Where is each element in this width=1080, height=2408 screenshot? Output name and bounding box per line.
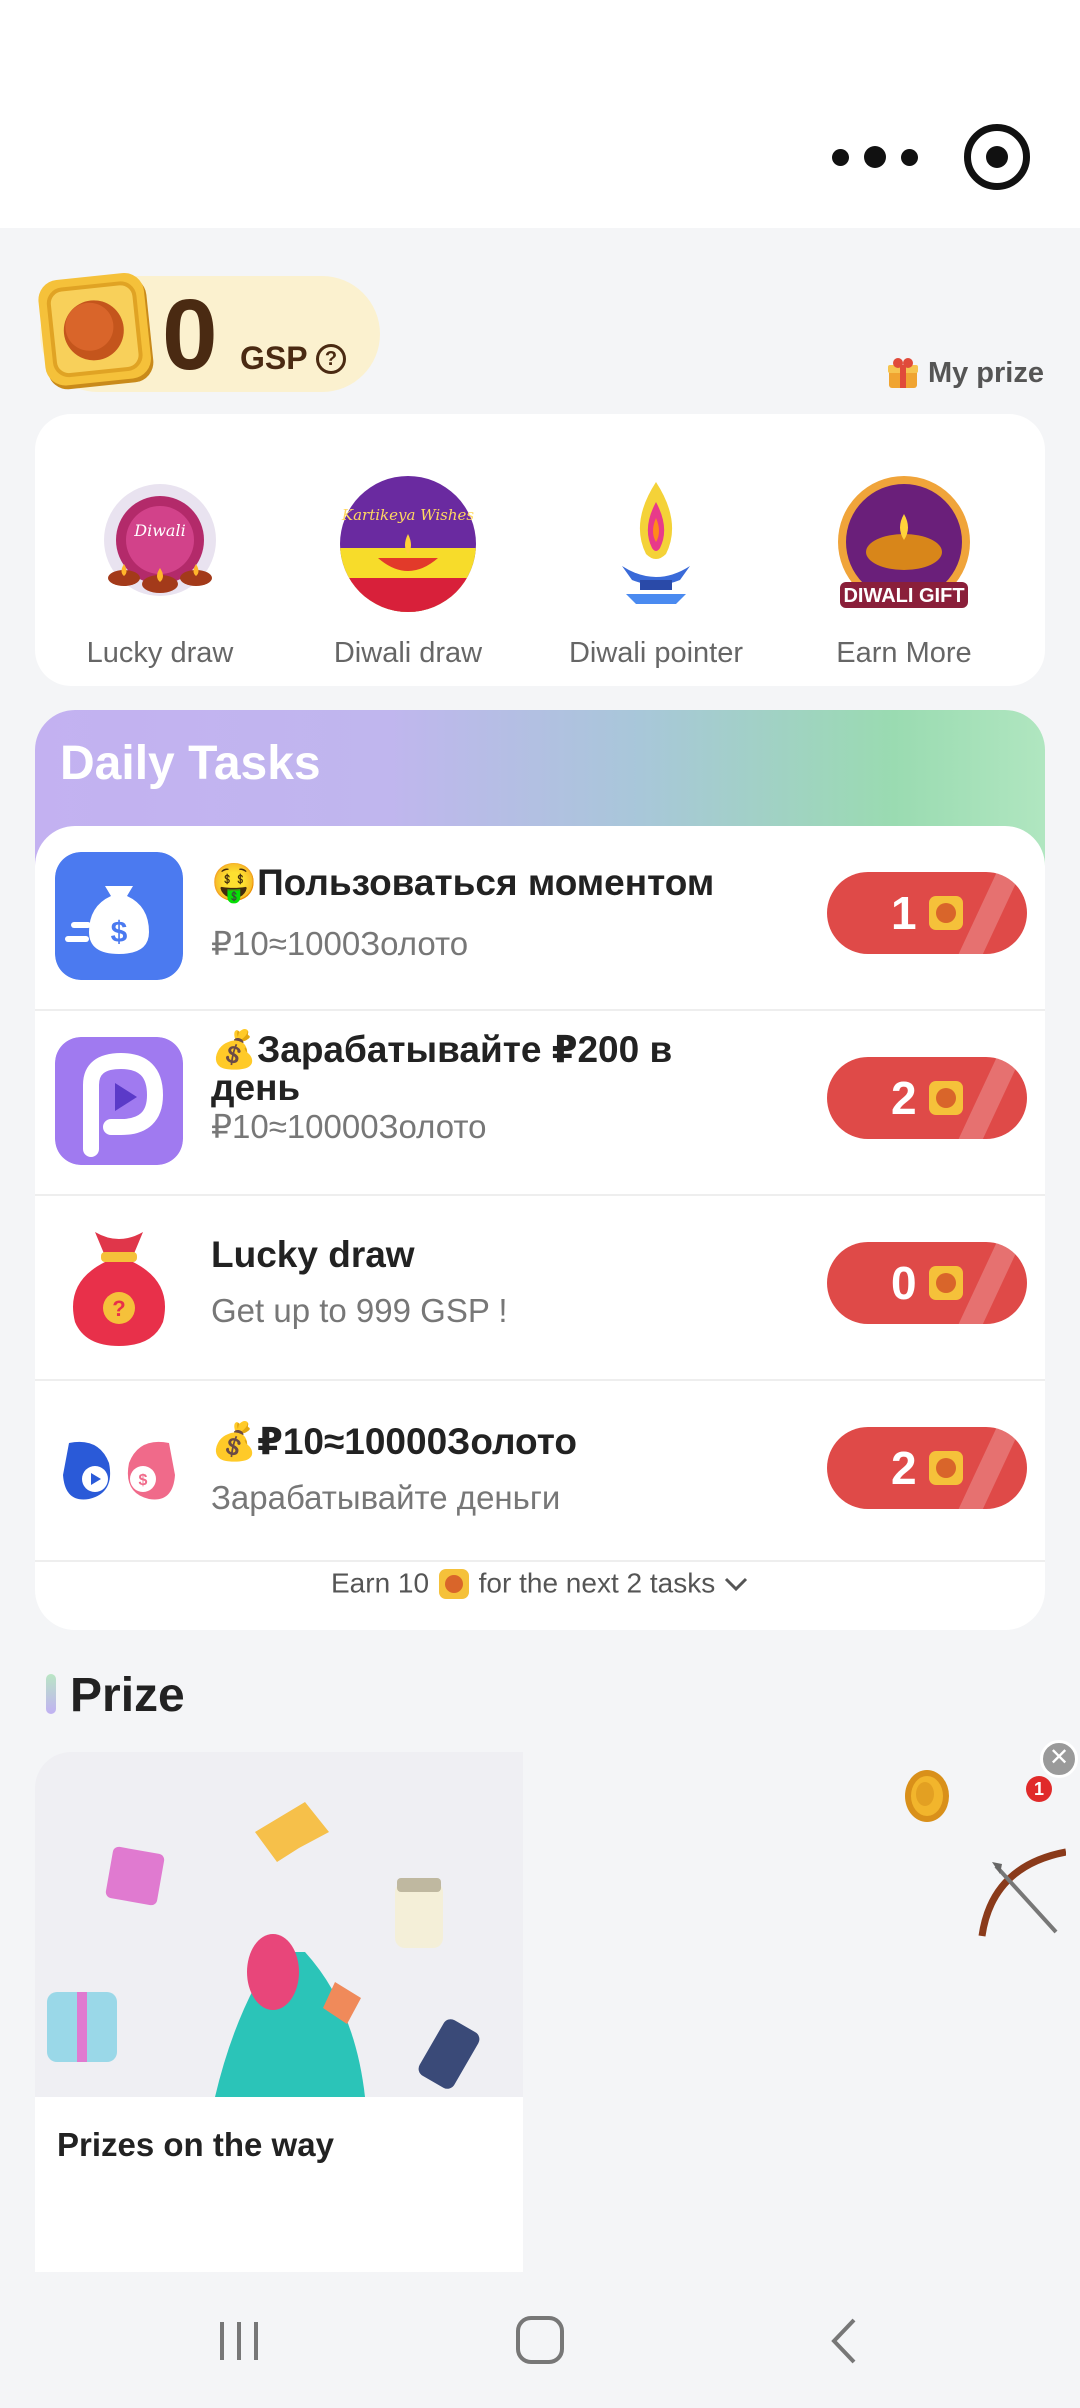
earn-more-suffix: for the next 2 tasks xyxy=(478,1567,716,1599)
diwali-gift-icon: DIWALI GIFT xyxy=(838,476,970,608)
game-label: Diwali draw xyxy=(333,637,483,669)
gsp-coin-icon xyxy=(929,1081,963,1115)
recent-apps-icon[interactable] xyxy=(216,2318,262,2364)
prize-section-accent xyxy=(46,1674,56,1714)
reward-value: 2 xyxy=(891,1442,917,1494)
game-diwali-draw[interactable]: Kartikeya Wishes Diwali draw xyxy=(293,474,523,670)
svg-text:$: $ xyxy=(139,1472,148,1489)
my-prize-label: My prize xyxy=(927,356,1044,389)
prize-card[interactable]: Prizes on the way xyxy=(35,1752,523,2272)
game-label: Diwali pointer xyxy=(568,637,744,669)
close-icon[interactable]: ✕ xyxy=(1040,1740,1078,1778)
money-bag-app-icon: $ xyxy=(55,852,183,980)
gsp-coin-icon xyxy=(438,1568,469,1599)
game-label: Earn More xyxy=(836,637,972,669)
more-dots-icon[interactable] xyxy=(832,140,918,174)
games-card: Diwali Lucky draw Kartikeya Wishes Diwal… xyxy=(35,414,1045,686)
earn-more-prefix: Earn 10 xyxy=(331,1567,430,1599)
diwali-lamps-icon: Diwali xyxy=(104,484,216,596)
back-icon[interactable] xyxy=(826,2316,862,2366)
task-title: Lucky draw xyxy=(211,1234,415,1275)
prize-section-title: Prize xyxy=(70,1669,185,1722)
game-earn-more[interactable]: DIWALI GIFT Earn More xyxy=(789,474,1019,670)
reward-value: 2 xyxy=(891,1072,917,1124)
play-p-app-icon xyxy=(55,1037,183,1165)
task-title: 💰₽10≈10000Золото xyxy=(211,1421,577,1462)
daily-tasks-card: $ 🤑Пользоваться моментом ₽10≈1000Золото … xyxy=(35,826,1045,1630)
gsp-coin-icon xyxy=(929,1266,963,1300)
bow-arrow-icon xyxy=(978,1848,1066,1937)
question-circle-icon[interactable]: ? xyxy=(316,344,346,374)
my-prize-link[interactable]: My prize xyxy=(886,356,1044,390)
task-row[interactable]: $ 💰₽10≈10000Золото Зарабатывайте деньги … xyxy=(35,1381,1045,1565)
kartikeya-wishes-icon: Kartikeya Wishes xyxy=(340,476,476,612)
task-subtitle: Зарабатывайте деньги xyxy=(211,1479,561,1516)
owl-app-icon: $ xyxy=(63,1441,175,1500)
task-title: 🤑Пользоваться моментом xyxy=(211,862,715,903)
target-icon[interactable] xyxy=(964,124,1030,190)
balance-unit: GSP xyxy=(240,340,308,376)
task-reward-button[interactable]: 2 xyxy=(827,1427,1027,1509)
task-reward-button[interactable]: 1 xyxy=(827,872,1027,954)
svg-text:Diwali: Diwali xyxy=(133,521,185,540)
chevron-down-icon xyxy=(724,1577,748,1591)
diwali-gift-badge-text: DIWALI GIFT xyxy=(843,585,964,607)
task-row[interactable]: $ 🤑Пользоваться моментом ₽10≈1000Золото … xyxy=(35,826,1045,1010)
game-label: Lucky draw xyxy=(86,637,234,669)
task-reward-button[interactable]: 2 xyxy=(827,1057,1027,1139)
prize-card-label: Prizes on the way xyxy=(57,2126,334,2163)
system-navigation-bar xyxy=(0,2272,1080,2408)
game-lucky-draw[interactable]: Diwali Lucky draw xyxy=(45,474,275,670)
reward-value: 0 xyxy=(891,1257,917,1309)
gsp-coin-icon xyxy=(929,896,963,930)
svg-text:$: $ xyxy=(111,916,128,949)
divider xyxy=(35,1560,1045,1562)
expand-tasks-link[interactable]: Earn 10 for the next 2 tasks xyxy=(35,1566,1045,1601)
home-icon[interactable] xyxy=(514,2314,566,2366)
task-subtitle: ₽10≈10000Золото xyxy=(211,1108,487,1145)
floating-reward-widget[interactable]: 1 ✕ xyxy=(900,1740,1080,1940)
task-row[interactable]: ? Lucky draw Get up to 999 GSP ! 0 xyxy=(35,1196,1045,1380)
prizes-illustration xyxy=(35,1752,523,2097)
notification-badge: 1 xyxy=(1026,1776,1052,1802)
lucky-bag-icon: ? xyxy=(73,1232,165,1346)
gsp-coin-icon xyxy=(38,272,154,390)
game-diwali-pointer[interactable]: Diwali pointer xyxy=(541,474,771,670)
task-row[interactable]: 💰Зарабатывайте ₽200 в день ₽10≈10000Золо… xyxy=(35,1011,1045,1195)
top-bar xyxy=(0,0,1080,228)
task-subtitle: Get up to 999 GSP ! xyxy=(211,1292,508,1329)
daily-tasks-title: Daily Tasks xyxy=(60,737,321,790)
oil-lamp-icon xyxy=(622,482,690,604)
svg-text:?: ? xyxy=(112,1296,125,1321)
task-subtitle: ₽10≈1000Золото xyxy=(211,925,469,962)
gift-icon xyxy=(887,358,918,388)
task-reward-button[interactable]: 0 xyxy=(827,1242,1027,1324)
balance-value: 0 xyxy=(162,279,218,391)
spinning-coin-icon xyxy=(905,1770,949,1822)
task-title: 💰Зарабатывайте ₽200 в день xyxy=(211,1029,673,1108)
reward-value: 1 xyxy=(891,887,917,939)
svg-text:Kartikeya Wishes: Kartikeya Wishes xyxy=(341,506,474,524)
gsp-coin-icon xyxy=(929,1451,963,1485)
